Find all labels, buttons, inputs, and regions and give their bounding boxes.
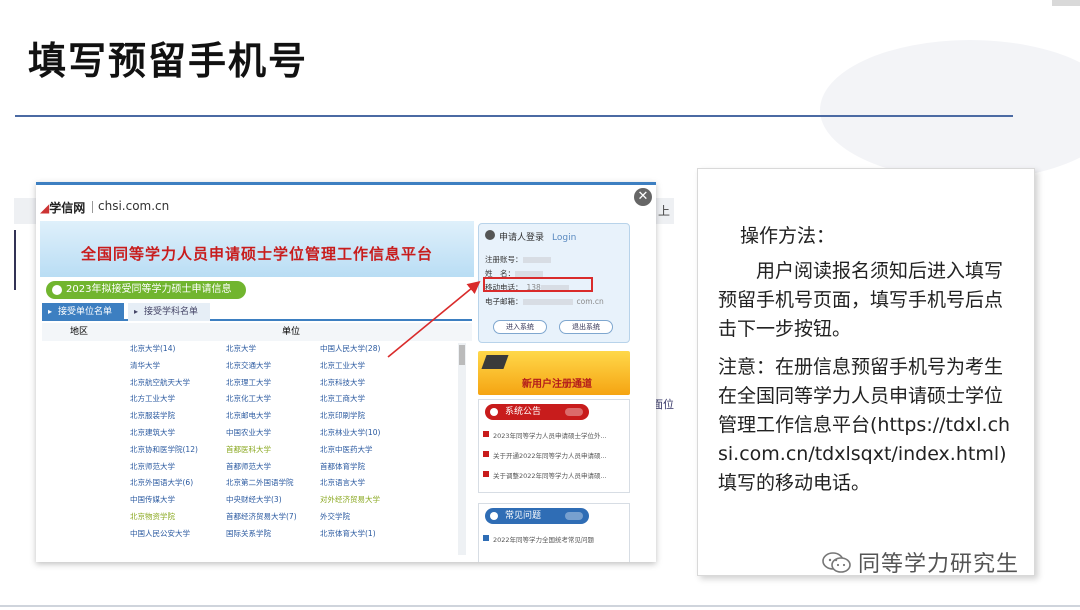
slide-title: 填写预留手机号 (28, 39, 309, 83)
close-icon[interactable]: ✕ (634, 188, 652, 206)
title-divider (15, 115, 1013, 117)
watermark-text: 同等学力研究生 (858, 552, 1020, 577)
instructions-paragraph-1: 用户阅读报名须知后进入填写预留手机号页面，填写手机号后点击下一步按钮。 (718, 260, 1004, 340)
background-page-fragment (14, 230, 26, 290)
instructions-panel: 操作方法： 用户阅读报名须知后进入填写预留手机号页面，填写手机号后点击下一步按钮… (697, 168, 1035, 576)
screenshot-panel: 上 面位 ◢学信网 chsi.com.cn 全国同等学力人员申请硕士学位管理工作… (14, 180, 674, 568)
background-decoration (820, 40, 1080, 180)
wechat-icon (822, 552, 851, 573)
instructions-heading: 操作方法： (740, 225, 836, 247)
bottom-divider (0, 605, 1080, 607)
corner-mark (1052, 0, 1080, 6)
instructions-paragraph-2: 注意：在册信息预留手机号为考生在全国同等学力人员申请硕士学位管理工作信息平台(h… (718, 356, 1011, 494)
background-page-text: 上 (657, 204, 670, 218)
modal-window: ◢学信网 chsi.com.cn 全国同等学力人员申请硕士学位管理工作信息平台 … (36, 182, 656, 562)
pointer-arrow (387, 280, 481, 358)
